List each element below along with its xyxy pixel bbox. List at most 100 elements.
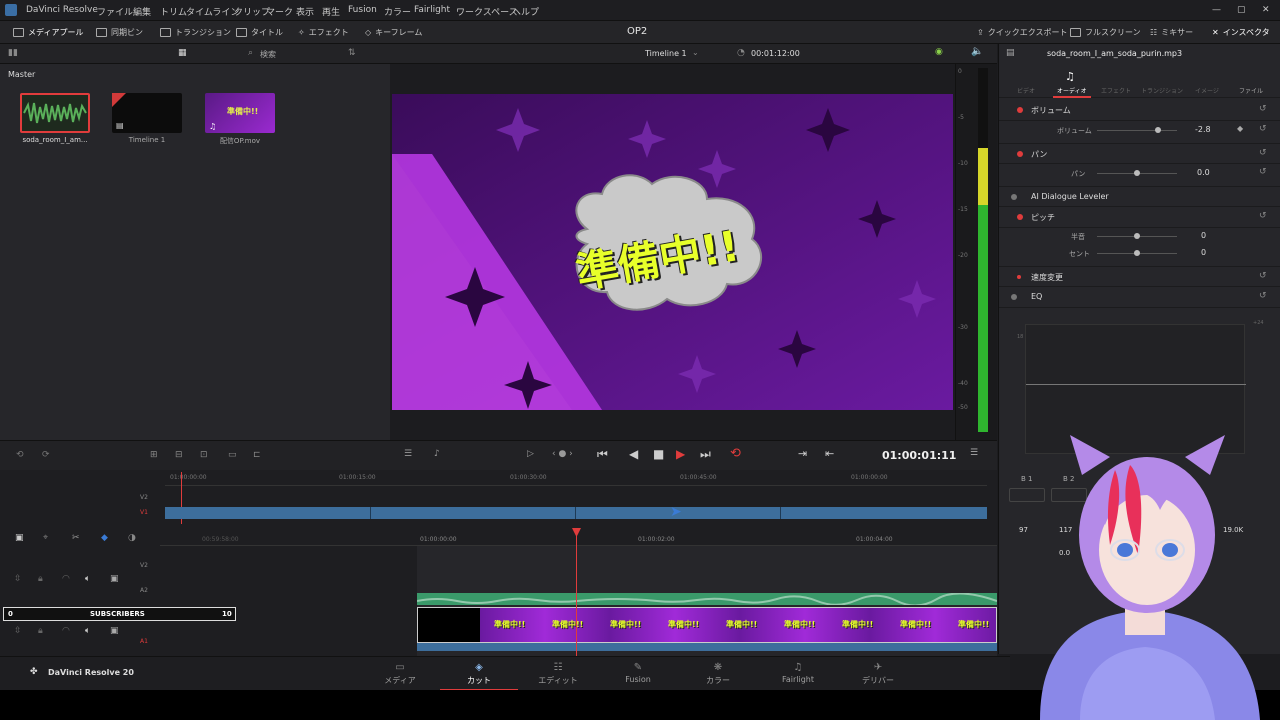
chevron-down-icon[interactable]: ⌄ <box>692 48 699 57</box>
menu-fairlight[interactable]: Fairlight <box>414 5 450 15</box>
reset-icon[interactable]: ↺ <box>1259 211 1267 221</box>
page-cut[interactable]: ◈ カット <box>440 657 518 691</box>
tab-effects[interactable]: エフェクト <box>1101 86 1131 95</box>
append-icon[interactable]: ▭ <box>228 450 237 460</box>
video-clip-v1[interactable]: 準備中!! 準備中!! 準備中!! 準備中!! 準備中!! 準備中!! 準備中!! 準備中!!… <box>417 607 997 643</box>
menu-view[interactable]: 表示 <box>296 5 314 18</box>
timeline-selector[interactable]: Timeline 1 <box>645 49 687 58</box>
title-button[interactable]: タイトル <box>236 27 283 38</box>
reset-icon[interactable]: ↺ <box>1259 271 1267 281</box>
semitone-slider-knob[interactable] <box>1134 233 1140 239</box>
minimize-button[interactable]: — <box>1212 5 1221 15</box>
close-button[interactable]: ✕ <box>1262 5 1270 15</box>
tab-audio[interactable]: オーディオ <box>1057 86 1087 95</box>
in-point-icon[interactable]: ⇥ <box>798 447 807 460</box>
dialogue-leveler-section[interactable]: AI Dialogue Leveler <box>999 186 1280 207</box>
menu-icon[interactable]: ☰ <box>970 448 978 458</box>
clip-thumb-timeline[interactable]: ▤ <box>112 93 182 133</box>
menu-trim[interactable]: トリム <box>160 5 187 18</box>
track-move-icon[interactable]: ⇳ <box>14 574 22 584</box>
search-label[interactable]: 検索 <box>260 49 276 60</box>
fullscreen-button[interactable]: フルスクリーン <box>1070 27 1141 38</box>
reset-icon[interactable]: ↺ <box>1259 291 1267 301</box>
reverse-play-button[interactable]: ◀ <box>629 447 638 461</box>
eq-enabled-dot[interactable] <box>1011 294 1017 300</box>
go-to-start-button[interactable]: ⏮ <box>597 447 608 462</box>
sort-icon[interactable]: ⇅ <box>348 48 356 58</box>
loop-button[interactable]: ⟲ <box>730 446 741 461</box>
speed-section[interactable]: 速度変更 ↺ <box>999 266 1280 287</box>
split-icon[interactable]: ⟲ <box>16 450 24 460</box>
menu-edit[interactable]: 編集 <box>133 5 151 18</box>
volume-section[interactable]: ボリューム ↺ <box>999 100 1280 121</box>
keyframe-button[interactable]: ◇ キーフレーム <box>365 27 422 38</box>
reset-icon[interactable]: ↺ <box>1259 104 1267 114</box>
mixer-button[interactable]: ☷ ミキサー <box>1150 27 1193 38</box>
menu-help[interactable]: ヘルプ <box>512 5 539 18</box>
pan-section[interactable]: パン ↺ <box>999 143 1280 164</box>
speaker-icon[interactable]: 🔈 <box>971 46 983 57</box>
cent-value[interactable]: 0 <box>1201 248 1206 257</box>
display-icon[interactable]: ▣ <box>110 574 119 584</box>
video-viewer[interactable]: 準備中!! <box>392 94 953 410</box>
grid-view-icon[interactable]: ▦ <box>178 48 187 58</box>
effects-button[interactable]: ✧ エフェクト <box>298 27 349 38</box>
trim-icon[interactable]: ⊞ <box>150 450 158 460</box>
maximize-button[interactable]: ▢ <box>1237 5 1246 15</box>
pan-slider-knob[interactable] <box>1134 170 1140 176</box>
pan-value[interactable]: 0.0 <box>1197 168 1210 177</box>
pan-enabled-dot[interactable] <box>1017 151 1023 157</box>
speaker-icon[interactable]: 🔈︎ <box>85 626 90 636</box>
inspector-button[interactable]: ✕ インスペクタ <box>1212 27 1270 38</box>
volume-slider[interactable] <box>1097 130 1177 131</box>
headphones-icon[interactable]: ◠ <box>62 574 70 584</box>
menu-color[interactable]: カラー <box>384 5 411 18</box>
search-icon[interactable]: ⌕ <box>248 48 253 58</box>
play-button[interactable]: ▶ <box>676 447 685 461</box>
lower-playhead[interactable] <box>576 528 577 656</box>
settings-icon[interactable]: ☰ <box>404 449 412 459</box>
page-fusion[interactable]: ✎ Fusion <box>608 657 668 691</box>
quick-export-button[interactable]: ⇪ クイックエクスポート <box>977 27 1067 38</box>
reset-icon[interactable]: ↺ <box>1259 124 1267 134</box>
pitch-section[interactable]: ピッチ ↺ <box>999 207 1280 228</box>
transition-button[interactable]: トランジション <box>160 27 231 38</box>
upper-clip-strip[interactable] <box>165 507 987 519</box>
timecode-display[interactable]: 01:00:01:11 <box>882 449 956 462</box>
place-on-top-icon[interactable]: ⊏ <box>253 450 261 460</box>
menu-workspace[interactable]: ワークスペース <box>456 5 518 18</box>
lock-icon[interactable]: 🔒︎ <box>38 574 43 584</box>
menu-mark[interactable]: マーク <box>266 5 293 18</box>
page-deliver[interactable]: ✈ デリバー <box>848 657 908 691</box>
zoom-icon[interactable]: ◑ <box>128 533 136 543</box>
tab-transition[interactable]: トランジション <box>1141 86 1183 95</box>
tab-video[interactable]: ビデオ <box>1017 86 1035 95</box>
media-pool-button[interactable]: メディアプール <box>13 27 83 38</box>
go-to-end-button[interactable]: ⏭ <box>700 447 711 462</box>
color-picker-icon[interactable]: ◉ <box>935 47 943 57</box>
menu-fusion[interactable]: Fusion <box>348 5 377 15</box>
dialogue-enabled-dot[interactable] <box>1011 194 1017 200</box>
speaker-icon[interactable]: 🔈︎ <box>85 574 90 584</box>
sync-bin-button[interactable]: 同期ビン <box>96 27 143 38</box>
volume-slider-knob[interactable] <box>1155 127 1161 133</box>
page-edit[interactable]: ☷ エディット <box>528 657 588 691</box>
list-view-icon[interactable]: ▮▮ <box>8 48 18 58</box>
prev-edit-icon[interactable]: ‹ ● › <box>552 449 573 459</box>
speed-enabled-dot[interactable] <box>1017 275 1021 279</box>
join-icon[interactable]: ⟳ <box>42 450 50 460</box>
pitch-enabled-dot[interactable] <box>1017 214 1023 220</box>
ripple-icon[interactable]: ⊟ <box>175 450 183 460</box>
blade-icon[interactable]: ✂ <box>72 533 80 543</box>
snap-icon[interactable]: ▣ <box>15 533 24 543</box>
page-media[interactable]: ▭ メディア <box>370 657 430 691</box>
stop-button[interactable]: ■ <box>653 447 664 461</box>
track-move-icon[interactable]: ⇳ <box>14 626 22 636</box>
menu-playback[interactable]: 再生 <box>322 5 340 18</box>
menu-clip[interactable]: クリップ <box>234 5 270 18</box>
menu-file[interactable]: ファイル <box>97 5 133 18</box>
keyframe-icon[interactable]: ◆ <box>1237 124 1243 133</box>
lock-icon[interactable]: 🔒︎ <box>38 626 43 636</box>
link-icon[interactable]: ⌖ <box>43 533 48 543</box>
tab-image[interactable]: イメージ <box>1195 86 1219 95</box>
